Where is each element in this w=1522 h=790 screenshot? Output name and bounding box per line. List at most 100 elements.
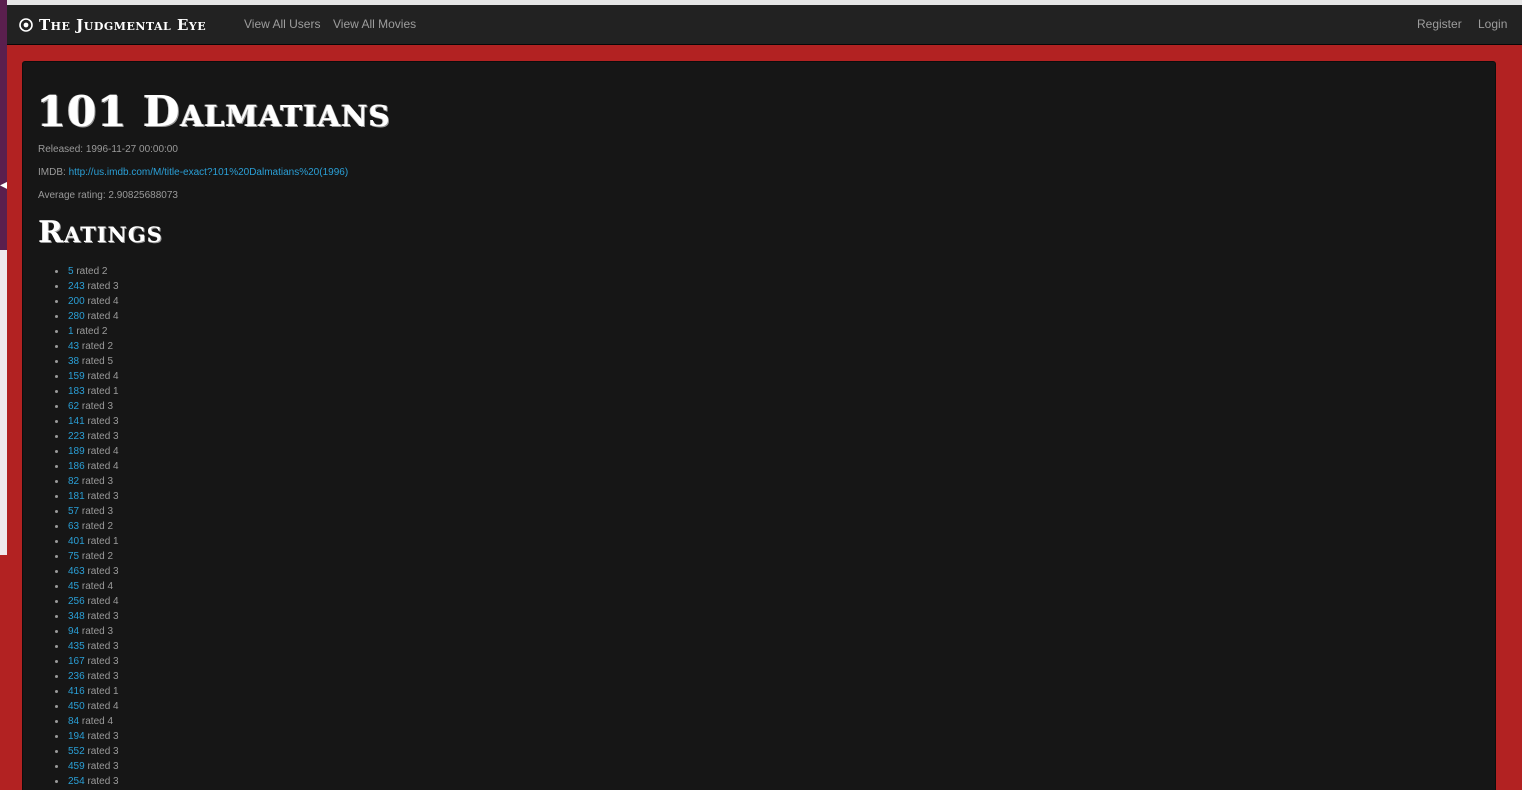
rating-score: 5 xyxy=(107,356,114,367)
rating-score: 4 xyxy=(113,701,119,712)
rating-user-link[interactable]: 38 xyxy=(68,356,79,367)
rating-score: 2 xyxy=(107,551,114,562)
movie-title: 101 Dalmatians xyxy=(37,87,391,136)
rating-item: 63 rated 2 xyxy=(53,519,119,534)
rating-user-link[interactable]: 183 xyxy=(68,386,85,397)
rating-user-link[interactable]: 256 xyxy=(68,596,85,607)
rating-item: 94 rated 3 xyxy=(53,624,119,639)
rating-user-link[interactable]: 223 xyxy=(68,431,85,442)
rating-item: 167 rated 3 xyxy=(53,654,119,669)
rating-user-link[interactable]: 243 xyxy=(68,281,85,292)
ratings-list: 5 rated 2 243 rated 3 200 rated 4 280 rated… xyxy=(53,264,119,789)
rating-item: 200 rated 4 xyxy=(53,294,119,309)
collapse-arrow-icon[interactable]: ◀ xyxy=(0,180,7,192)
rating-score: 3 xyxy=(113,776,119,787)
rating-user-link[interactable]: 57 xyxy=(68,506,79,517)
rating-user-link[interactable]: 181 xyxy=(68,491,85,502)
brand-link[interactable]: The Judgmental Eye xyxy=(19,5,206,45)
rating-score: 2 xyxy=(107,521,114,532)
rating-user-link[interactable]: 45 xyxy=(68,581,79,592)
rating-score: 3 xyxy=(113,431,119,442)
imdb-link[interactable]: http://us.imdb.com/M/title-exact?101%20D… xyxy=(69,167,349,178)
rating-item: 280 rated 4 xyxy=(53,309,119,324)
rated-word: rated xyxy=(81,716,105,727)
rating-user-link[interactable]: 82 xyxy=(68,476,79,487)
rated-word: rated xyxy=(87,491,111,502)
rating-item: 45 rated 4 xyxy=(53,579,119,594)
rating-score: 4 xyxy=(113,311,119,322)
rating-user-link[interactable]: 75 xyxy=(68,551,79,562)
rating-user-link[interactable]: 141 xyxy=(68,416,85,427)
rated-word: rated xyxy=(87,641,111,652)
rating-user-link[interactable]: 435 xyxy=(68,641,85,652)
rating-user-link[interactable]: 254 xyxy=(68,776,85,787)
rating-user-link[interactable]: 63 xyxy=(68,521,79,532)
rating-user-link[interactable]: 280 xyxy=(68,311,85,322)
rating-user-link[interactable]: 348 xyxy=(68,611,85,622)
rating-user-link[interactable]: 62 xyxy=(68,401,79,412)
rating-item: 552 rated 3 xyxy=(53,744,119,759)
rating-item: 75 rated 2 xyxy=(53,549,119,564)
rating-user-link[interactable]: 84 xyxy=(68,716,79,727)
rating-user-link[interactable]: 450 xyxy=(68,701,85,712)
rating-user-link[interactable]: 167 xyxy=(68,656,85,667)
rating-item: 435 rated 3 xyxy=(53,639,119,654)
background-window-edge: ◀ xyxy=(0,0,7,790)
rating-user-link[interactable]: 459 xyxy=(68,761,85,772)
rated-word: rated xyxy=(87,611,111,622)
rating-score: 3 xyxy=(107,401,114,412)
rated-word: rated xyxy=(81,521,105,532)
rating-user-link[interactable]: 186 xyxy=(68,461,85,472)
average-rating: Average rating: 2.90825688073 xyxy=(38,190,178,201)
rating-user-link[interactable]: 552 xyxy=(68,746,85,757)
rated-word: rated xyxy=(81,401,105,412)
rating-user-link[interactable]: 5 xyxy=(68,266,74,277)
rated-word: rated xyxy=(87,656,111,667)
rated-word: rated xyxy=(87,371,111,382)
rating-score: 3 xyxy=(113,611,119,622)
rating-item: 348 rated 3 xyxy=(53,609,119,624)
ratings-heading: Ratings xyxy=(38,215,163,250)
rating-user-link[interactable]: 189 xyxy=(68,446,85,457)
navbar: The Judgmental Eye View All Users View A… xyxy=(7,5,1522,45)
rated-word: rated xyxy=(87,671,111,682)
rating-item: 181 rated 3 xyxy=(53,489,119,504)
rating-user-link[interactable]: 194 xyxy=(68,731,85,742)
rated-word: rated xyxy=(87,701,111,712)
released-label: Released: xyxy=(38,144,84,155)
rated-word: rated xyxy=(87,311,111,322)
rating-user-link[interactable]: 463 xyxy=(68,566,85,577)
rating-user-link[interactable]: 200 xyxy=(68,296,85,307)
rating-user-link[interactable]: 94 xyxy=(68,626,79,637)
background-window-bottom xyxy=(0,555,7,790)
rating-item: 194 rated 3 xyxy=(53,729,119,744)
rated-word: rated xyxy=(87,686,111,697)
rated-word: rated xyxy=(87,746,111,757)
rating-score: 4 xyxy=(113,371,119,382)
rating-score: 3 xyxy=(113,671,119,682)
nav-register[interactable]: Register xyxy=(1417,5,1462,45)
rating-score: 3 xyxy=(113,491,119,502)
rated-word: rated xyxy=(76,326,100,337)
rated-word: rated xyxy=(87,296,111,307)
rating-item: 463 rated 3 xyxy=(53,564,119,579)
average-rating-label: Average rating: xyxy=(38,190,106,201)
rating-user-link[interactable]: 416 xyxy=(68,686,85,697)
rating-item: 223 rated 3 xyxy=(53,429,119,444)
nav-view-all-movies[interactable]: View All Movies xyxy=(333,5,416,45)
rating-item: 189 rated 4 xyxy=(53,444,119,459)
rating-score: 2 xyxy=(107,341,114,352)
rating-user-link[interactable]: 401 xyxy=(68,536,85,547)
rating-item: 236 rated 3 xyxy=(53,669,119,684)
nav-login[interactable]: Login xyxy=(1478,5,1507,45)
rating-user-link[interactable]: 1 xyxy=(68,326,74,337)
rated-word: rated xyxy=(81,626,105,637)
rating-score: 4 xyxy=(107,581,114,592)
rating-user-link[interactable]: 159 xyxy=(68,371,85,382)
rating-user-link[interactable]: 43 xyxy=(68,341,79,352)
background-window-middle xyxy=(0,250,7,555)
rating-score: 3 xyxy=(113,746,119,757)
nav-view-all-users[interactable]: View All Users xyxy=(244,5,320,45)
rating-user-link[interactable]: 236 xyxy=(68,671,85,682)
rating-score: 3 xyxy=(107,506,114,517)
